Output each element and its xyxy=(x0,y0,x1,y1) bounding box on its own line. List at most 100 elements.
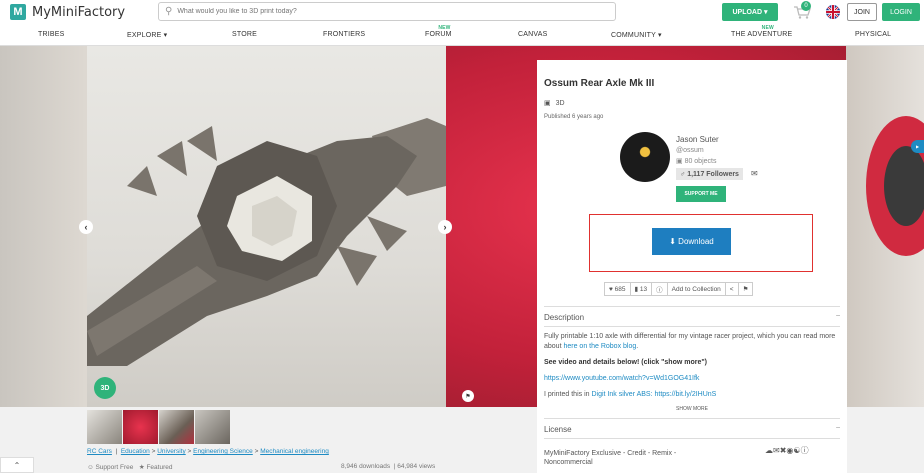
nav-tribes[interactable]: TRIBES xyxy=(38,31,64,38)
join-button[interactable]: JOIN xyxy=(847,3,877,21)
creator-info: Jason Suter @ossum ▣ 80 objects xyxy=(676,134,719,167)
creator-name[interactable]: Jason Suter xyxy=(676,134,719,145)
mail-icon[interactable]: ✉ xyxy=(751,169,758,178)
published-date: Published 6 years ago xyxy=(544,114,604,120)
noncommercial-icon: ☯ xyxy=(793,446,801,455)
divider xyxy=(544,418,840,419)
logo-icon: M xyxy=(10,4,26,20)
gallery-footer: RC Cars | Education > University > Engin… xyxy=(0,407,537,473)
object-title: Ossum Rear Axle Mk III xyxy=(544,78,655,89)
share-icon: < xyxy=(729,285,734,293)
breadcrumb-mechanical-engineering[interactable]: Mechanical engineering xyxy=(260,448,329,455)
breadcrumb-education[interactable]: Education xyxy=(121,448,150,455)
collapse-icon[interactable]: – xyxy=(836,312,840,319)
object-meta: ☺ Support Free ★ Featured xyxy=(87,463,172,471)
download-button[interactable]: ⬇ Download xyxy=(652,228,731,255)
add-to-collection-button[interactable]: Add to Collection xyxy=(666,282,726,296)
gallery-next-button[interactable]: › xyxy=(438,220,452,234)
nav-forum[interactable]: FORUM NEW xyxy=(425,25,452,38)
upload-button[interactable]: UPLOAD ▾ xyxy=(722,3,778,21)
object-detail-panel: Ossum Rear Axle Mk III ▣ 3D Published 6 … xyxy=(537,60,847,473)
new-badge: NEW xyxy=(438,25,451,31)
nav-canvas[interactable]: CANVAS xyxy=(518,31,547,38)
gallery-prev-button[interactable]: ‹ xyxy=(79,220,93,234)
comment-icon: ✉ xyxy=(773,446,780,455)
report-flag-icon[interactable]: ⚑ xyxy=(462,390,474,402)
search-input[interactable] xyxy=(177,8,598,15)
breadcrumb: RC Cars | Education > University > Engin… xyxy=(87,448,329,455)
like-button[interactable]: ♥ 685 xyxy=(604,282,631,296)
objects-icon: ▣ xyxy=(676,158,685,165)
thumbnail-strip xyxy=(87,410,230,444)
nav-community[interactable]: COMMUNITY ▾ xyxy=(611,31,662,39)
divider xyxy=(544,438,840,439)
breadcrumb-engineering-science[interactable]: Engineering Science xyxy=(193,448,253,455)
youtube-link[interactable]: https://www.youtube.com/watch?v=Wd1GOG41… xyxy=(544,375,699,382)
nav-the-adventure[interactable]: THE ADVENTURE NEW xyxy=(731,25,792,38)
featured-label: Featured xyxy=(146,464,173,471)
divider xyxy=(544,306,840,307)
thumbnail[interactable] xyxy=(159,410,194,444)
follow-button[interactable]: ♂ 1,117 Followers xyxy=(676,168,743,180)
description-heading: Description xyxy=(544,313,585,322)
new-badge: NEW xyxy=(761,25,774,31)
support-free-label: Support Free xyxy=(95,464,134,471)
chevron-right-icon: › xyxy=(443,222,447,232)
description-bold: See video and details below! (click "sho… xyxy=(544,359,708,366)
scroll-up-button[interactable]: ⌃ xyxy=(0,457,34,473)
uk-flag-icon[interactable] xyxy=(826,5,840,19)
info-button[interactable]: ⓘ xyxy=(651,282,668,296)
gallery-far-slide xyxy=(846,46,924,407)
thumbnail[interactable] xyxy=(195,410,230,444)
nav-physical[interactable]: PHYSICAL xyxy=(855,31,891,38)
support-me-button[interactable]: SUPPORT ME xyxy=(676,186,726,202)
info-icon: ⓘ xyxy=(656,287,663,294)
report-button[interactable]: ⚑ xyxy=(737,282,754,296)
chevron-left-icon: ‹ xyxy=(84,222,88,232)
show-more-button[interactable]: SHOW MORE xyxy=(537,403,847,415)
thumbnail[interactable] xyxy=(87,410,122,444)
objects-count: 80 objects xyxy=(684,158,717,165)
nav-explore[interactable]: EXPLORE ▾ xyxy=(127,31,167,39)
login-button[interactable]: LOGIN xyxy=(882,3,920,21)
nav-frontiers[interactable]: FRONTIERS xyxy=(323,31,365,38)
cart-count-badge: 0 xyxy=(801,1,811,11)
search-bar[interactable]: ⚲ xyxy=(158,2,616,21)
nav-store[interactable]: STORE xyxy=(232,31,257,38)
filament-link[interactable]: Digit Ink silver ABS: https://bit.ly/2IH… xyxy=(591,391,716,398)
description-text-2: I printed this in xyxy=(544,391,592,398)
creator-handle[interactable]: @ossum xyxy=(676,145,719,156)
view-3d-button[interactable]: 3D xyxy=(94,377,116,399)
period: . xyxy=(636,343,639,350)
followers-count: 1,117 Followers xyxy=(687,170,739,178)
share-button[interactable]: < xyxy=(724,282,739,296)
logo-text: MyMiniFactory xyxy=(32,4,126,20)
main-nav: TRIBES EXPLORE ▾ STORE FRONTIERS FORUM N… xyxy=(0,24,924,46)
creator-avatar[interactable] xyxy=(620,132,670,182)
breadcrumb-university[interactable]: University xyxy=(157,448,186,455)
search-icon: ⚲ xyxy=(165,6,173,17)
collapse-icon[interactable]: – xyxy=(836,424,840,431)
views-count: 64,984 views xyxy=(397,463,436,470)
cloud-icon: ☁ xyxy=(765,446,773,455)
downloads-count: 8,946 downloads xyxy=(341,463,391,470)
flag-icon: ⚑ xyxy=(742,286,749,293)
divider xyxy=(544,326,840,327)
tag-3d-label: 3D xyxy=(555,99,565,107)
side-tab-badge[interactable]: ▶ xyxy=(911,140,924,153)
action-bar: ♥ 685 ▮ 13 ⓘ Add to Collection < ⚑ xyxy=(604,282,754,296)
cube-icon: ▣ xyxy=(544,100,551,107)
site-logo[interactable]: M MyMiniFactory xyxy=(10,4,125,20)
robox-blog-link[interactable]: here on the Robox blog xyxy=(563,343,636,350)
description-body: Fully printable 1:10 axle with different… xyxy=(544,332,842,406)
creator-objects: ▣ 80 objects xyxy=(676,156,719,167)
top-bar: M MyMiniFactory ⚲ UPLOAD ▾ 0 JOIN LOGIN xyxy=(0,0,924,24)
description-paragraph: Fully printable 1:10 axle with different… xyxy=(544,332,842,352)
thumbnail[interactable] xyxy=(123,410,158,444)
license-icons: ☁✉✖◉☯ⓘ xyxy=(765,445,809,456)
tag-3d: ▣ 3D xyxy=(544,99,565,108)
download-label: Download xyxy=(678,237,714,246)
comments-button[interactable]: ▮ 13 xyxy=(629,282,653,296)
breadcrumb-rc-cars[interactable]: RC Cars xyxy=(87,448,112,455)
add-user-icon: ♂ xyxy=(680,170,688,178)
